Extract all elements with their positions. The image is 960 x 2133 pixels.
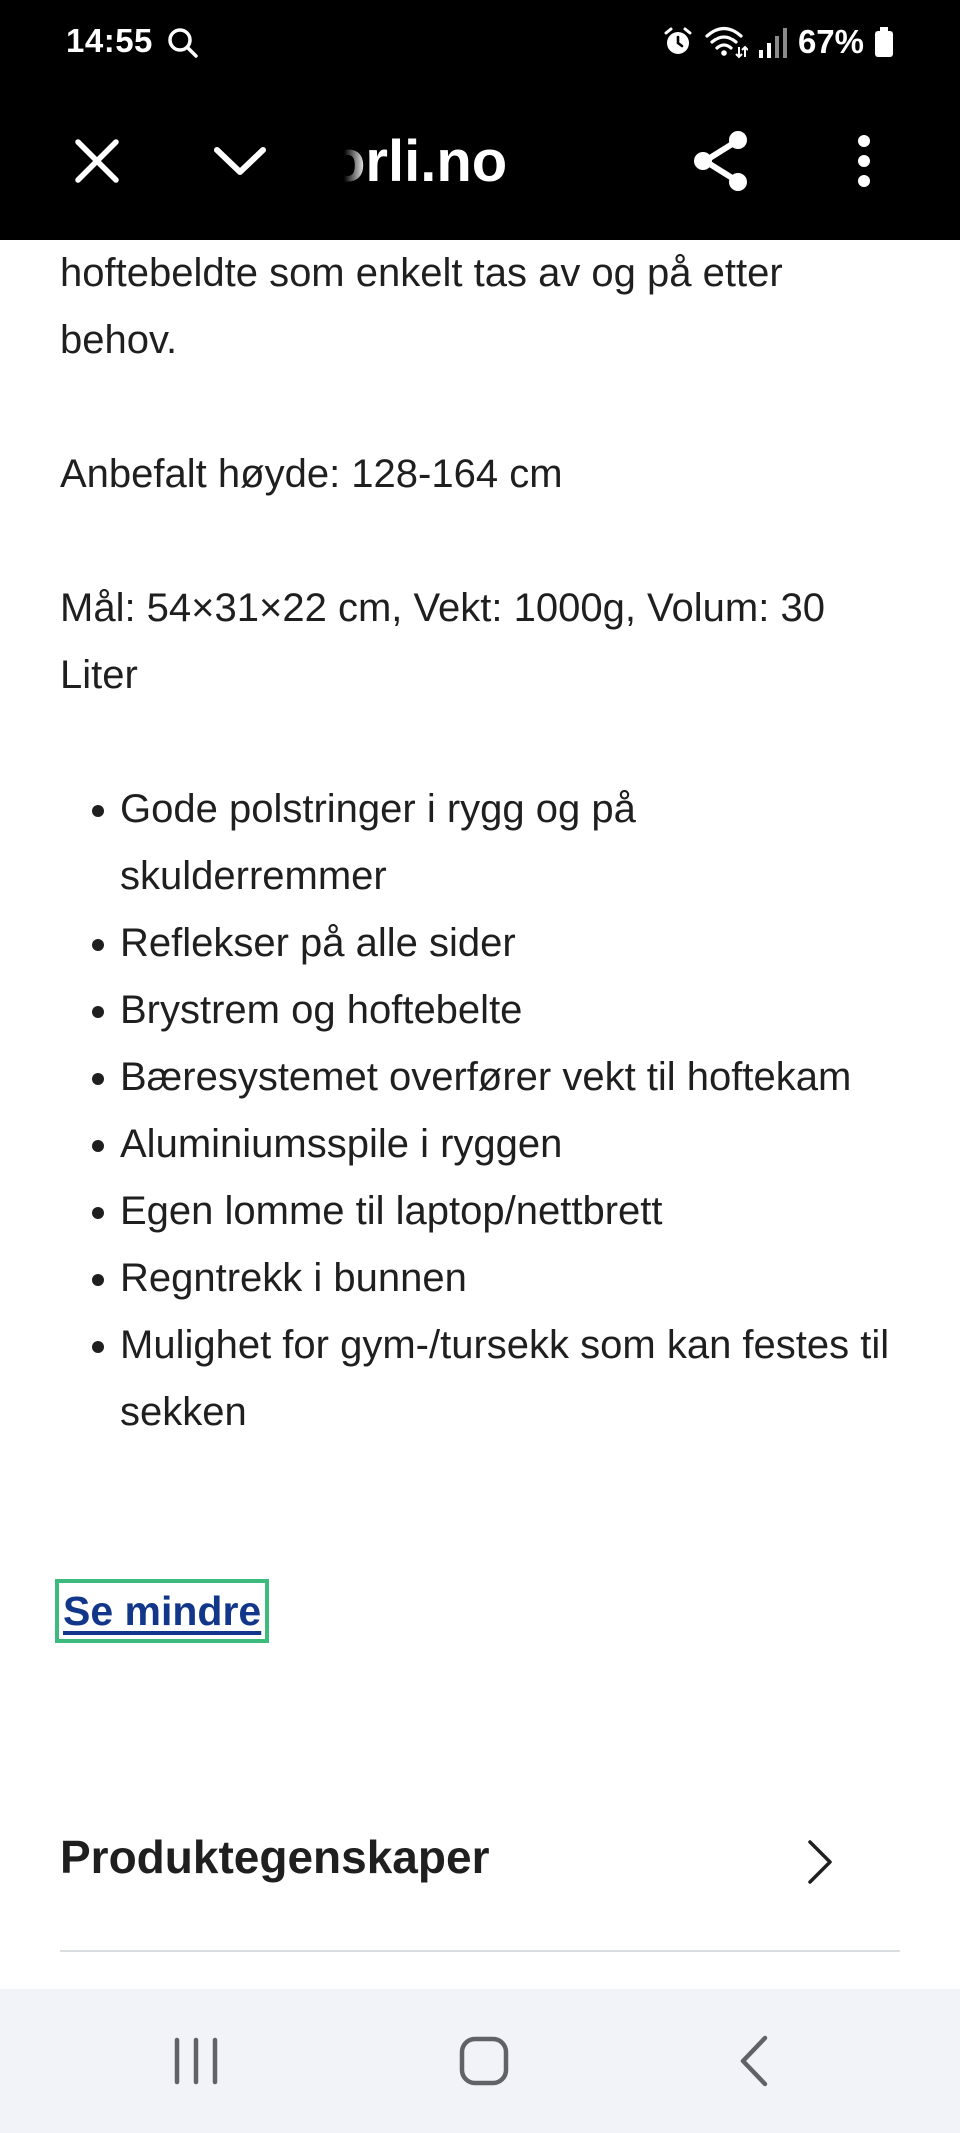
recents-icon xyxy=(174,2037,218,2085)
chevron-down-icon xyxy=(214,147,266,175)
dimensions-text: Mål: 54×31×22 cm, Vekt: 1000g, Volum: 30… xyxy=(60,586,825,697)
url-fade xyxy=(344,116,366,206)
close-icon xyxy=(75,139,119,183)
status-time: 14:55 xyxy=(66,22,153,59)
signal-icon xyxy=(758,28,787,58)
product-description: hoftebeldte som enkelt tas av og på ette… xyxy=(60,240,910,1446)
accordion-title: Produktegenskaper xyxy=(60,1831,490,1883)
recommended-height: Anbefalt høyde: 128-164 cm xyxy=(60,452,563,496)
show-less-link[interactable]: Se mindre xyxy=(55,1579,270,1643)
feature-item: Aluminiumsspile i ryggen xyxy=(92,1111,910,1178)
minimize-button[interactable] xyxy=(195,116,285,206)
feature-item: Brystrem og hoftebelte xyxy=(92,977,910,1044)
close-button[interactable] xyxy=(52,116,142,206)
description-paragraph: hoftebeldte som enkelt tas av og på ette… xyxy=(60,251,783,362)
back-button[interactable] xyxy=(694,2011,814,2111)
status-indicators: 67% xyxy=(662,22,894,62)
search-icon xyxy=(168,28,198,58)
feature-item: Reflekser på alle sider xyxy=(92,910,910,977)
feature-item: Mulighet for gym-/tursekk som kan festes… xyxy=(92,1312,910,1446)
page: 14:55 67% orli.no hoftebeldte som enkelt… xyxy=(0,0,960,2133)
feature-item: Regntrekk i bunnen xyxy=(92,1245,910,1312)
share-icon xyxy=(694,131,747,191)
feature-item: Gode polstringer i rygg og på skulderrem… xyxy=(92,776,910,910)
feature-item: Egen lomme til laptop/nettbrett xyxy=(92,1178,910,1245)
product-properties-accordion[interactable]: Produktegenskaper xyxy=(60,1810,900,1952)
battery-icon xyxy=(875,27,893,57)
back-icon xyxy=(740,2035,768,2087)
alarm-icon xyxy=(664,27,692,54)
url-text: orli.no xyxy=(344,128,508,194)
chevron-right-icon xyxy=(808,1840,832,1884)
recents-button[interactable] xyxy=(136,2011,256,2111)
battery-percent: 67% xyxy=(797,23,864,60)
feature-item: Bæresystemet overfører vekt til hoftekam xyxy=(92,1044,910,1111)
more-options-button[interactable] xyxy=(819,116,909,206)
system-navigation-bar xyxy=(0,1989,960,2133)
more-vertical-icon xyxy=(858,135,870,187)
browser-toolbar: orli.no xyxy=(0,86,960,240)
feature-list: Gode polstringer i rygg og på skulderrem… xyxy=(60,776,910,1446)
url-display[interactable]: orli.no xyxy=(344,116,644,206)
status-bar: 14:55 67% xyxy=(0,0,960,86)
home-button[interactable] xyxy=(424,2011,544,2111)
share-button[interactable] xyxy=(676,116,766,206)
home-icon xyxy=(459,2036,509,2086)
wifi-icon xyxy=(705,26,748,59)
